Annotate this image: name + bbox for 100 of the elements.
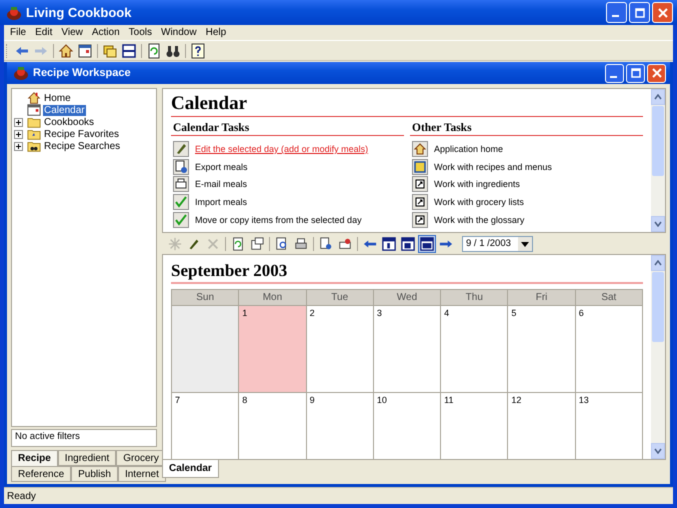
scroll-down-icon	[654, 221, 662, 227]
maximize-icon	[630, 68, 640, 78]
help-icon[interactable]	[189, 42, 207, 60]
tab[interactable]: Ingredient	[58, 450, 116, 466]
minimize-button[interactable]	[606, 2, 627, 23]
check-icon	[173, 212, 189, 228]
task-link[interactable]: Export meals	[195, 162, 248, 172]
day-cell[interactable]: 3	[374, 306, 442, 393]
tab[interactable]: Internet	[118, 466, 166, 482]
day-cell[interactable]: 9	[306, 393, 374, 459]
menu-item[interactable]: View	[58, 27, 89, 38]
tree-item[interactable]: Recipe Searches	[43, 140, 122, 152]
shortcut-icon	[412, 176, 428, 192]
day-cell[interactable]: 10	[374, 393, 442, 459]
day-cell[interactable]: 11	[441, 393, 508, 459]
task-link[interactable]: Application home	[434, 144, 504, 154]
weekday-header: Thu	[441, 289, 508, 306]
caret-icon	[518, 236, 532, 250]
task-link[interactable]: Import meals	[195, 197, 248, 208]
expand-toggle[interactable]	[14, 130, 25, 138]
pot-icon	[13, 65, 29, 81]
window-icon[interactable]	[76, 42, 94, 60]
menu-item[interactable]: Help	[202, 27, 232, 38]
section-heading: Calendar Tasks	[171, 122, 404, 136]
task-link[interactable]: Move or copy items from the selected day	[195, 215, 362, 226]
minimize-button[interactable]	[605, 64, 624, 82]
weekday-header: Tue	[306, 289, 374, 306]
task-link[interactable]: Edit the selected day (add or modify meals)	[195, 144, 368, 154]
task-link[interactable]: Work with grocery lists	[434, 197, 524, 208]
day-cell[interactable]: 6	[576, 306, 643, 393]
workspace-title: Recipe Workspace	[33, 67, 132, 79]
task-link[interactable]: Work with the glossary	[434, 215, 524, 226]
date-dropdown[interactable]: 9 / 1 /2003	[462, 236, 533, 252]
scrollbar[interactable]	[651, 89, 665, 232]
book-icon	[412, 158, 428, 175]
export-icon	[173, 158, 189, 175]
day-cell[interactable]: 5	[508, 306, 576, 393]
day-cell[interactable]: 8	[239, 393, 307, 459]
status-bar: Ready	[4, 487, 673, 504]
shortcut-icon	[412, 194, 428, 210]
home-icon	[27, 91, 41, 105]
folder-icon	[27, 115, 41, 129]
task-link[interactable]: E-mail meals	[195, 179, 248, 190]
week-view-icon[interactable]	[399, 234, 417, 252]
tree-item[interactable]: Recipe Favorites	[43, 128, 120, 140]
scroll-down-icon	[654, 448, 662, 454]
month-heading: September 2003	[171, 261, 643, 284]
maximize-button[interactable]	[626, 64, 645, 82]
tab[interactable]: Recipe	[11, 450, 58, 466]
expand-toggle[interactable]	[14, 118, 25, 126]
close-icon	[652, 68, 662, 78]
task-link[interactable]: Work with ingredients	[434, 179, 520, 190]
minimize-icon	[610, 76, 617, 78]
day-cell[interactable]: 12	[508, 393, 576, 459]
folder-icon	[27, 139, 41, 153]
close-icon	[658, 8, 668, 18]
menu-item[interactable]: Tools	[126, 27, 158, 38]
window-title: Living Cookbook	[26, 5, 132, 20]
page-heading: Calendar	[171, 93, 643, 117]
day-cell[interactable]: 13	[576, 393, 643, 459]
weekday-header: Wed	[374, 289, 442, 306]
section-heading: Other Tasks	[410, 122, 643, 136]
document-tab[interactable]: Calendar	[162, 460, 219, 478]
day-cell[interactable]: 4	[441, 306, 508, 393]
home-icon	[412, 140, 428, 157]
close-button[interactable]	[652, 2, 673, 23]
tree-item[interactable]: Cookbooks	[43, 116, 96, 128]
check-icon	[173, 194, 189, 210]
day-cell[interactable]	[172, 306, 240, 393]
day-view-icon[interactable]	[380, 234, 398, 252]
shortcut-icon	[412, 212, 428, 228]
home-icon[interactable]	[57, 42, 75, 60]
month-view-icon[interactable]	[418, 234, 436, 252]
close-button[interactable]	[647, 64, 666, 82]
expand-toggle[interactable]	[14, 142, 25, 150]
menu-item[interactable]: Edit	[32, 27, 58, 38]
email-icon	[173, 176, 189, 192]
task-link[interactable]: Work with recipes and menus	[434, 162, 552, 172]
menu-item[interactable]: File	[7, 27, 32, 38]
menu-item[interactable]: Window	[158, 27, 203, 38]
scroll-up-icon	[654, 260, 662, 266]
calendar-icon	[27, 103, 41, 117]
pot-icon	[6, 4, 22, 20]
maximize-icon	[634, 8, 644, 18]
tree-item[interactable]: Calendar	[43, 104, 86, 116]
tab[interactable]: Publish	[71, 466, 118, 482]
panel-icon[interactable]	[120, 42, 138, 60]
scrollbar[interactable]	[651, 255, 665, 459]
pen-icon	[173, 140, 189, 157]
folder-icon	[27, 127, 41, 141]
weekday-header: Sat	[576, 289, 643, 306]
tab[interactable]: Reference	[11, 466, 72, 482]
menu-item[interactable]: Action	[88, 27, 126, 38]
day-cell[interactable]: 1	[239, 306, 307, 393]
tree-item[interactable]: Home	[43, 92, 72, 104]
maximize-button[interactable]	[629, 2, 650, 23]
day-cell[interactable]: 2	[306, 306, 374, 393]
minimize-icon	[612, 15, 619, 17]
weekday-header: Sun	[172, 289, 240, 306]
weekday-header: Fri	[508, 289, 576, 306]
